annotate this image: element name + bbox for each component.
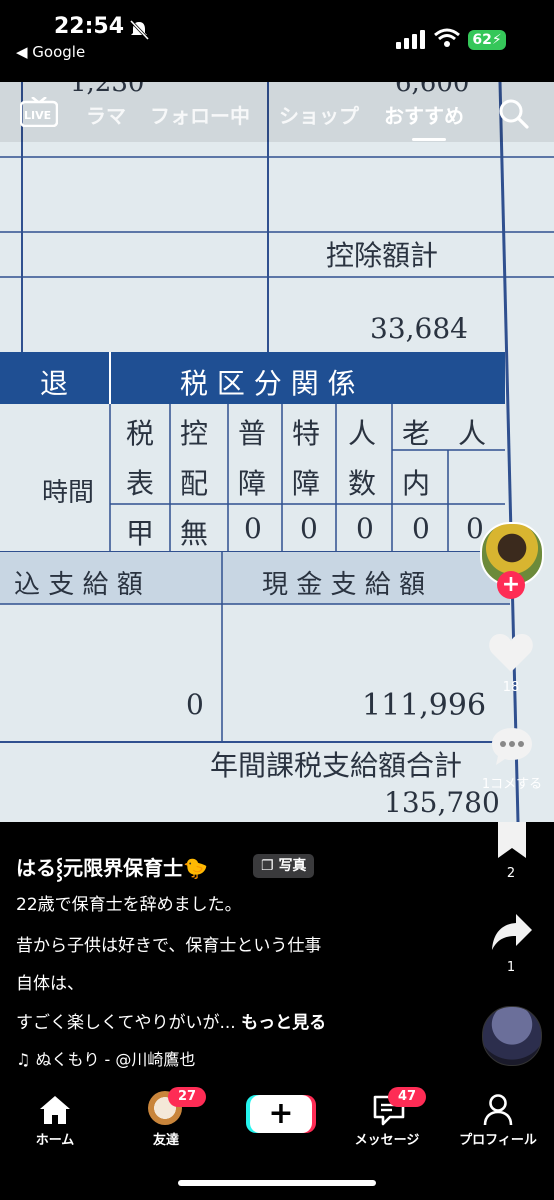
tax-row2-0: 表: [126, 467, 155, 500]
nav-friends-label[interactable]: 友達: [116, 1129, 216, 1148]
home-indicator: [178, 1180, 376, 1186]
tax-row2-4: 数: [348, 467, 377, 500]
bookmark-icon[interactable]: [496, 820, 528, 860]
bell-muted-icon: [129, 20, 150, 40]
pay-header-right: 現 金 支 給 額: [262, 570, 426, 600]
tax-row1-3: 特: [292, 417, 321, 450]
create-post-button[interactable]: +: [250, 1095, 312, 1133]
tax-row2-5: 内: [402, 467, 431, 500]
tax-row2-3: 障: [292, 467, 321, 500]
tax-row3-2: 0: [244, 512, 262, 545]
tab-drama[interactable]: ラマ: [86, 100, 126, 129]
comment-icon[interactable]: [490, 726, 534, 768]
live-button[interactable]: LIVE: [19, 96, 59, 128]
photo-tag-label: 写真: [278, 858, 307, 874]
caption-line: すごく楽しくてやりがいが...: [16, 1013, 236, 1033]
band-right-text: 税 区 分 関 係: [180, 367, 356, 400]
caption-last-line: すごく楽しくてやりがいが... もっと見る: [16, 1008, 326, 1033]
friends-badge: 27: [168, 1087, 206, 1107]
share-count: 1: [506, 960, 516, 975]
caption-line: 昔から子供は好きで、保育士という仕事: [16, 936, 322, 956]
comment-count: 1コメする: [481, 777, 543, 792]
back-to-google-link[interactable]: ◀ Google: [16, 43, 85, 61]
music-info[interactable]: ♫ ぬくもり - @川崎鷹也: [16, 1046, 195, 1070]
messages-badge: 47: [388, 1087, 426, 1107]
deduction-total: 33,684: [370, 312, 468, 345]
pay-left-value: 0: [186, 688, 204, 721]
battery-indicator: 62⚡: [468, 30, 506, 50]
music-disc[interactable]: [482, 1006, 542, 1066]
search-icon[interactable]: [498, 98, 530, 130]
caption-line: 22歳で保育士を辞めました。: [16, 895, 242, 915]
tax-row3-0: 甲: [126, 517, 155, 550]
bookmark-count: 2: [506, 866, 516, 881]
nav-messages-label[interactable]: メッセージ: [337, 1129, 437, 1148]
live-label: LIVE: [24, 109, 52, 122]
wifi-icon: [434, 28, 460, 47]
time-label: 時間: [42, 478, 95, 508]
music-title: ぬくもり - @川崎鷹也: [35, 1050, 196, 1069]
photo-tag: ❐ 写真: [253, 854, 315, 878]
tab-following[interactable]: フォロー中: [150, 100, 250, 129]
post-photo[interactable]: 1,230 6,600 控除額計 33,684 退 税 区 分 関 係 税 控 …: [0, 82, 554, 822]
tab-for-you[interactable]: おすすめ: [384, 100, 464, 129]
active-tab-indicator: [412, 138, 446, 141]
tax-row3-5: 0: [412, 512, 430, 545]
band-left-text: 退: [40, 367, 69, 400]
share-icon[interactable]: [490, 912, 534, 952]
annual-label: 年間課税支給額合計: [210, 749, 463, 782]
follow-plus-button[interactable]: +: [497, 571, 525, 599]
tax-row3-3: 0: [300, 512, 318, 545]
photo-tag-icon: ❐: [261, 858, 279, 874]
see-more-link[interactable]: もっと見る: [241, 1013, 326, 1033]
tax-row2-1: 配: [180, 467, 209, 500]
profile-icon[interactable]: [482, 1093, 514, 1127]
clock: 22:54: [54, 14, 125, 39]
tax-row1-0: 税: [126, 417, 155, 450]
top-number-right: 6,600: [395, 82, 470, 98]
pay-header-left: 込 支 給 額: [14, 570, 143, 600]
tab-shop[interactable]: ショップ: [279, 100, 359, 129]
tax-row1-2: 普: [238, 417, 267, 450]
nav-home-label[interactable]: ホーム: [5, 1129, 105, 1148]
tax-row1-5: 老: [402, 417, 431, 450]
author-name[interactable]: はる⸾元限界保育士🐤: [16, 852, 208, 881]
tax-row3-4: 0: [356, 512, 374, 545]
pay-right-value: 111,996: [362, 688, 487, 723]
heart-icon[interactable]: [488, 632, 534, 674]
caption-line: 自体は、: [16, 974, 84, 994]
tax-row1-1: 控: [180, 417, 209, 450]
home-icon[interactable]: [38, 1094, 72, 1126]
tax-row3-1: 無: [180, 517, 209, 550]
cellular-signal-icon: [396, 30, 425, 49]
music-note-icon: ♫: [16, 1050, 36, 1069]
tax-row2-2: 障: [238, 467, 267, 500]
deduction-header: 控除額計: [326, 239, 439, 272]
tax-row1-4: 人: [348, 417, 377, 450]
like-count: 18: [502, 680, 520, 695]
nav-profile-label[interactable]: プロフィール: [448, 1129, 548, 1148]
tax-row1-6: 人: [458, 417, 487, 450]
top-number-left: 1,230: [70, 82, 145, 98]
